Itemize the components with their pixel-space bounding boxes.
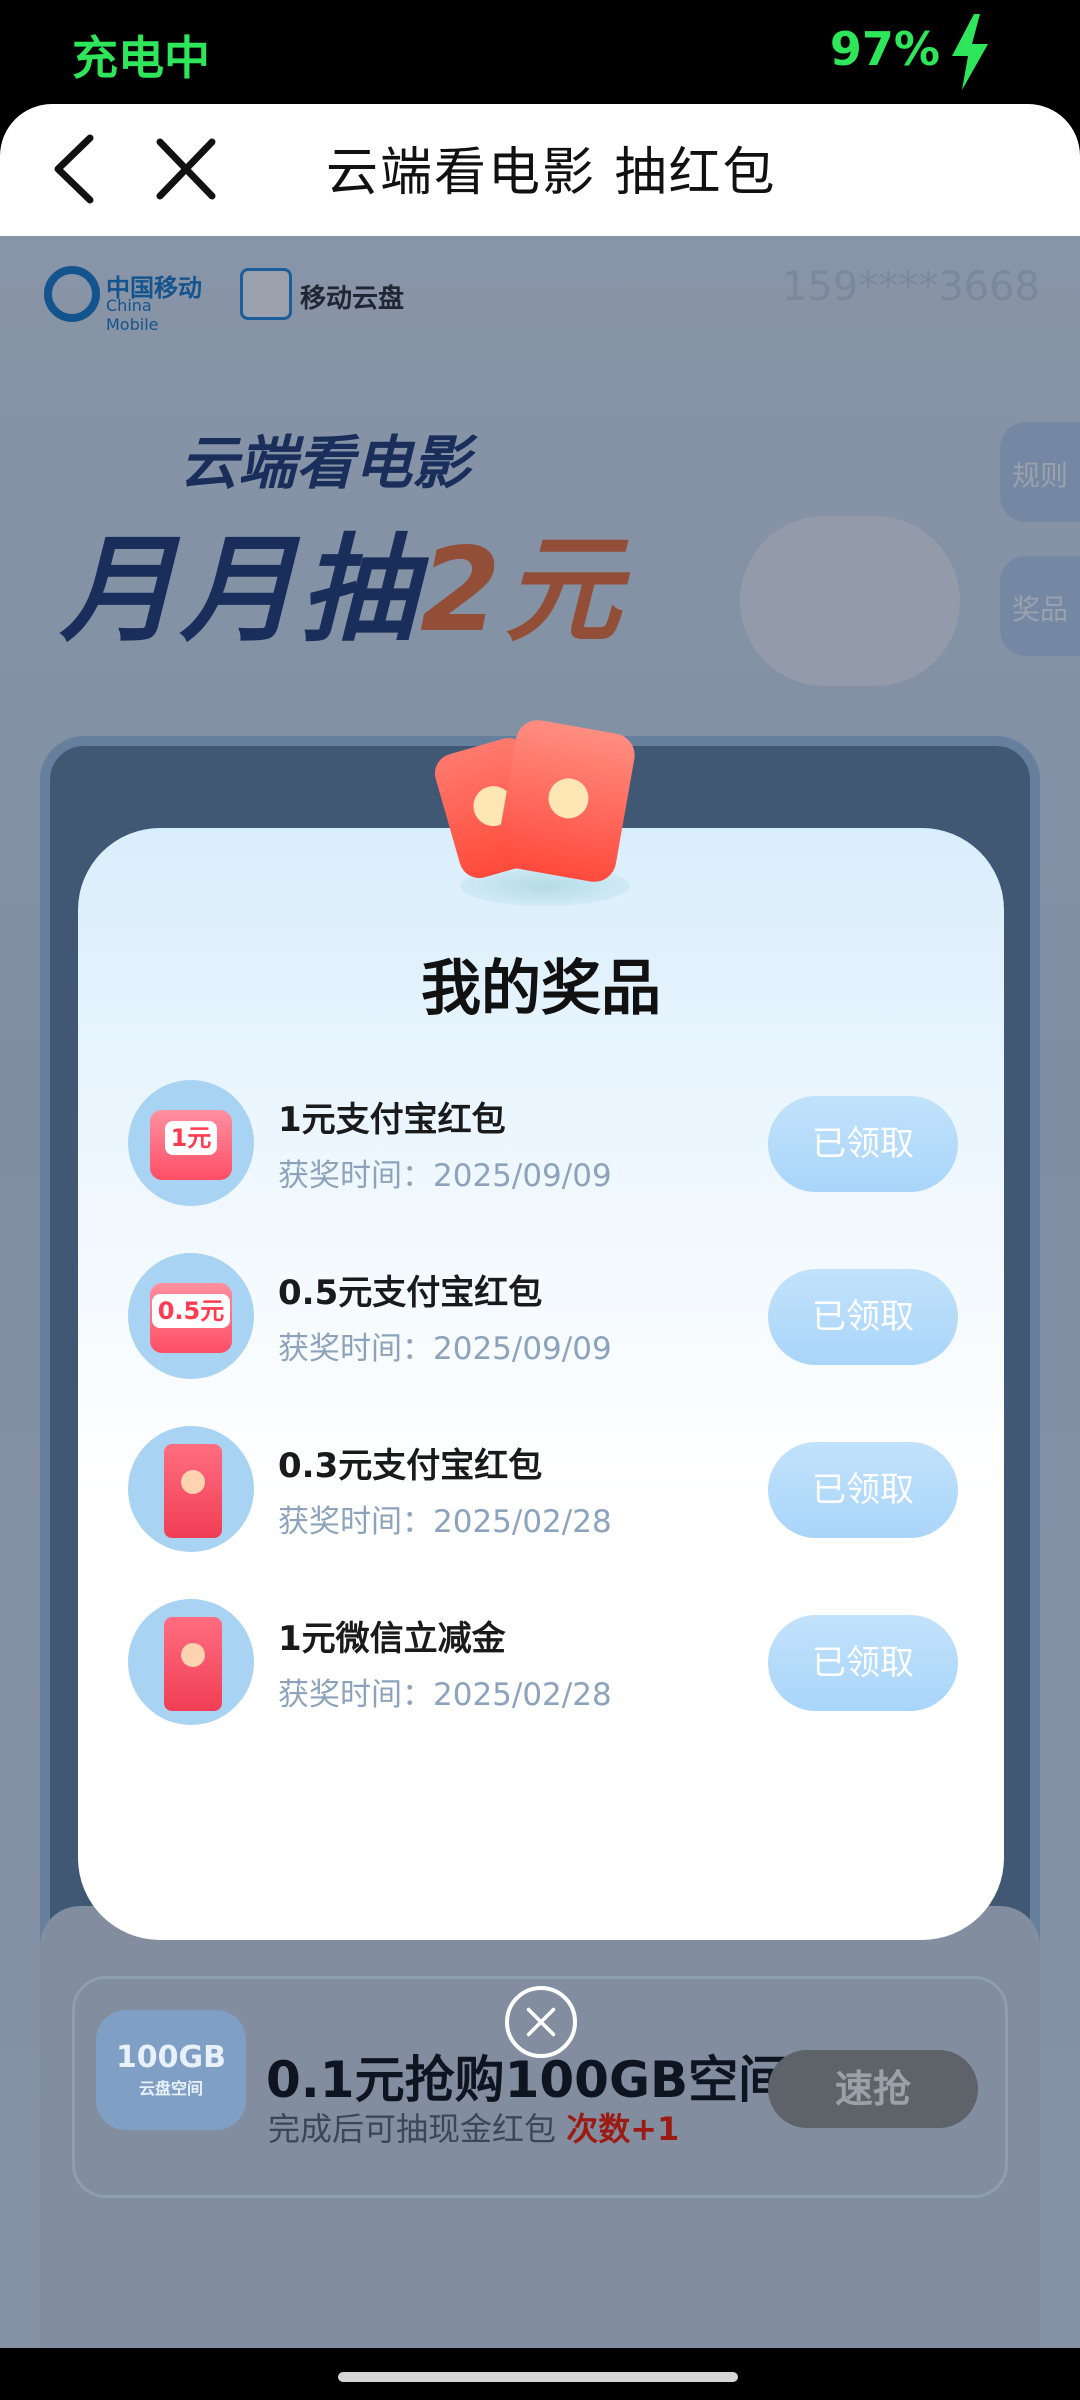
prize-name: 0.5元支付宝红包 [278, 1273, 543, 1313]
prize-time: 获奖时间：2025/09/09 [278, 1158, 612, 1194]
prize-badge: 1元 [164, 1121, 218, 1155]
prize-modal: 我的奖品 1元 1元支付宝红包 获奖时间：2025/09/09 已领取 0.5元… [78, 828, 1004, 1940]
promo-desc-highlight: 次数+1 [566, 2110, 680, 2148]
prize-row: 1元微信立减金 获奖时间：2025/02/28 已领取 [128, 1599, 958, 1729]
charging-status: 充电中 [72, 31, 210, 85]
back-icon[interactable] [32, 124, 122, 214]
modal-title: 我的奖品 [421, 954, 661, 1024]
claimed-button[interactable]: 已领取 [768, 1442, 958, 1538]
red-envelope-05yuan-icon: 0.5元 [128, 1253, 254, 1379]
prize-time: 获奖时间：2025/09/09 [278, 1331, 612, 1367]
page-title: 云端看电影 抽红包 [326, 143, 777, 203]
prize-time: 获奖时间：2025/02/28 [278, 1504, 612, 1540]
red-envelope-icon [128, 1599, 254, 1725]
red-envelope-1yuan-icon: 1元 [128, 1080, 254, 1206]
charging-bolt-icon [952, 14, 988, 90]
close-icon[interactable] [140, 124, 230, 214]
title-bar: 云端看电影 抽红包 [0, 104, 1080, 236]
claimed-button[interactable]: 已领取 [768, 1615, 958, 1711]
storage-badge: 100GB 云盘空间 [96, 2010, 246, 2130]
grab-button[interactable]: 速抢 [768, 2050, 978, 2128]
claimed-button[interactable]: 已领取 [768, 1269, 958, 1365]
red-packet-icon [430, 716, 640, 920]
prize-name: 1元微信立减金 [278, 1619, 506, 1659]
battery-percent: 97% [829, 22, 940, 76]
prize-name: 1元支付宝红包 [278, 1100, 506, 1140]
promo-desc: 完成后可抽现金红包 次数+1 [268, 2104, 679, 2150]
home-indicator[interactable] [338, 2372, 738, 2382]
prize-badge: 0.5元 [151, 1294, 231, 1328]
prize-row: 1元 1元支付宝红包 获奖时间：2025/09/09 已领取 [128, 1080, 958, 1210]
storage-badge-sub: 云盘空间 [138, 2079, 203, 2098]
prize-name: 0.3元支付宝红包 [278, 1446, 543, 1486]
close-modal-icon[interactable] [505, 1986, 577, 2058]
prize-row: 0.3元支付宝红包 获奖时间：2025/02/28 已领取 [128, 1426, 958, 1556]
promo-desc-text: 完成后可抽现金红包 [268, 2110, 557, 2148]
claimed-button[interactable]: 已领取 [768, 1096, 958, 1192]
prize-row: 0.5元 0.5元支付宝红包 获奖时间：2025/09/09 已领取 [128, 1253, 958, 1383]
prize-time: 获奖时间：2025/02/28 [278, 1677, 612, 1713]
storage-badge-value: 100GB [115, 2040, 227, 2075]
red-envelope-icon [128, 1426, 254, 1552]
status-bar: 充电中 97% [0, 0, 1080, 110]
